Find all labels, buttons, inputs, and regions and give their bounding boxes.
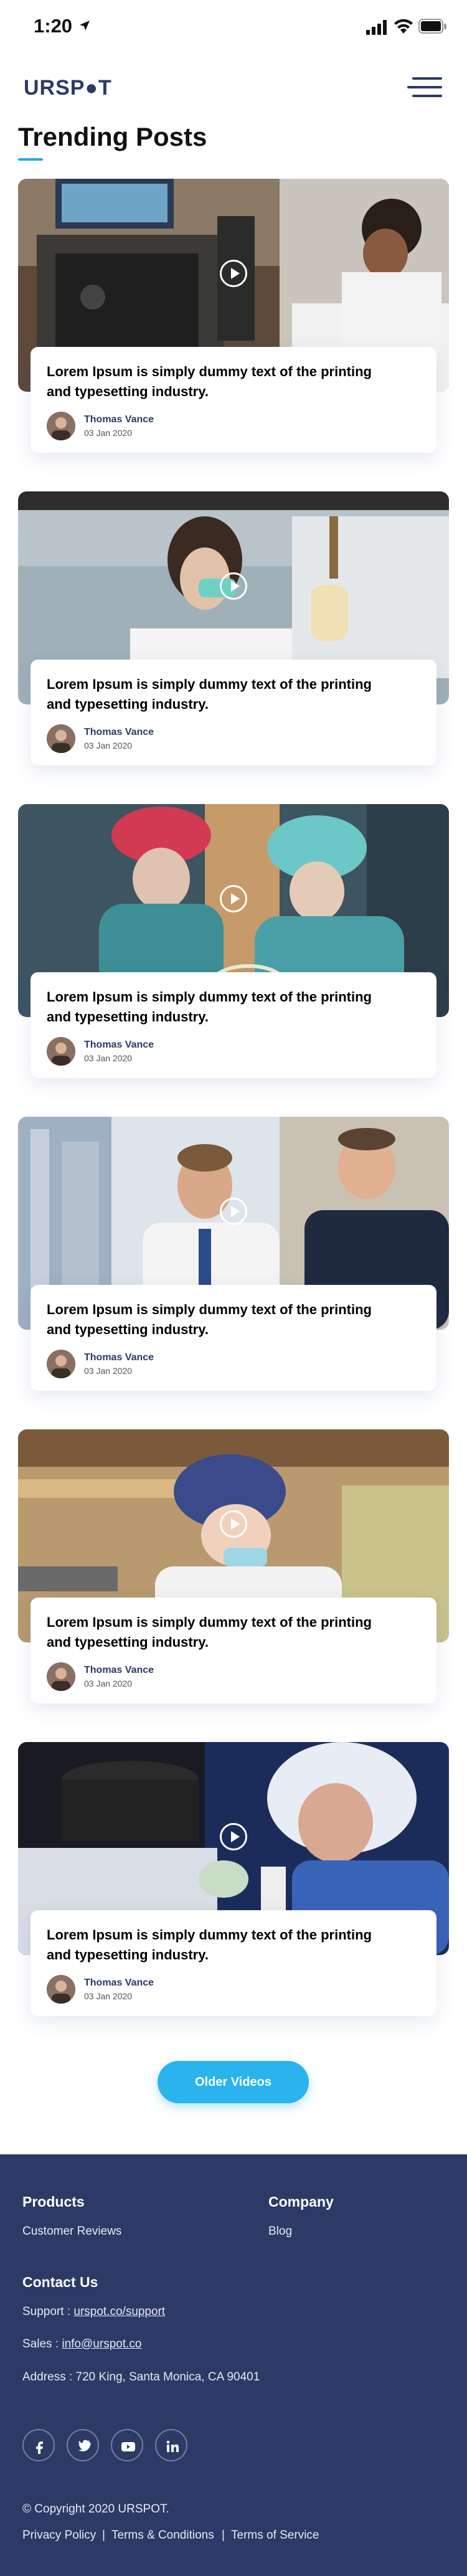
title-underline	[18, 158, 43, 161]
author-avatar	[47, 1975, 75, 2004]
address-value: 720 King, Santa Monica, CA 90401	[75, 2370, 260, 2384]
location-arrow-icon	[80, 21, 90, 31]
author-name[interactable]: Thomas Vance	[84, 1977, 154, 1989]
author-name[interactable]: Thomas Vance	[84, 1665, 154, 1676]
post-card[interactable]: Lorem Ipsum is simply dummy text of the …	[18, 1117, 449, 1403]
author-avatar	[47, 1037, 75, 1066]
post-text[interactable]: Lorem Ipsum is simply dummy text of the …	[47, 1612, 395, 1652]
post-card[interactable]: Lorem Ipsum is simply dummy text of the …	[18, 804, 449, 1091]
play-button[interactable]	[220, 1198, 247, 1225]
footer-contact-heading: Contact Us	[22, 2274, 98, 2290]
youtube-icon	[121, 2442, 135, 2451]
linkedin-button[interactable]	[155, 2429, 187, 2461]
post-info-card[interactable]: Lorem Ipsum is simply dummy text of the …	[31, 1598, 436, 1703]
footer-support-line: Support : urspot.co/support	[22, 2305, 165, 2319]
author-name[interactable]: Thomas Vance	[84, 727, 154, 738]
play-button[interactable]	[220, 572, 247, 600]
cellular-signal-icon	[366, 20, 387, 35]
address-label: Address :	[22, 2370, 76, 2384]
play-button[interactable]	[220, 885, 247, 912]
post-card[interactable]: Lorem Ipsum is simply dummy text of the …	[18, 1429, 449, 1716]
sales-email-link[interactable]: info@urspot.co	[62, 2337, 141, 2351]
footer-separator: |	[222, 2529, 225, 2542]
post-card[interactable]: Lorem Ipsum is simply dummy text of the …	[18, 1742, 449, 2029]
post-text[interactable]: Lorem Ipsum is simply dummy text of the …	[47, 1300, 395, 1340]
page-title: Trending Posts	[18, 122, 207, 151]
menu-line	[407, 86, 442, 88]
terms-of-service-link[interactable]: Terms of Service	[231, 2529, 319, 2542]
facebook-button[interactable]	[22, 2429, 55, 2461]
privacy-policy-link[interactable]: Privacy Policy	[22, 2529, 96, 2542]
author-name[interactable]: Thomas Vance	[84, 1352, 154, 1363]
post-text[interactable]: Lorem Ipsum is simply dummy text of the …	[47, 675, 395, 714]
footer-products-heading: Products	[22, 2194, 85, 2210]
twitter-button[interactable]	[67, 2429, 99, 2461]
sales-label: Sales :	[22, 2337, 62, 2351]
post-info-card[interactable]: Lorem Ipsum is simply dummy text of the …	[31, 1285, 436, 1391]
play-button[interactable]	[220, 1510, 247, 1538]
terms-conditions-link[interactable]: Terms & Conditions	[111, 2529, 214, 2542]
author-avatar	[47, 412, 75, 440]
post-date: 03 Jan 2020	[84, 1366, 133, 1376]
author-name[interactable]: Thomas Vance	[84, 1039, 154, 1051]
status-time: 1:20	[34, 15, 73, 37]
wifi-icon	[394, 19, 413, 34]
post-card[interactable]: Lorem Ipsum is simply dummy text of the …	[18, 491, 449, 778]
post-date: 03 Jan 2020	[84, 1053, 133, 1063]
battery-icon	[418, 19, 446, 34]
post-text[interactable]: Lorem Ipsum is simply dummy text of the …	[47, 1925, 395, 1965]
post-info-card[interactable]: Lorem Ipsum is simply dummy text of the …	[31, 660, 436, 765]
post-info-card[interactable]: Lorem Ipsum is simply dummy text of the …	[31, 347, 436, 453]
post-date: 03 Jan 2020	[84, 741, 133, 751]
support-link[interactable]: urspot.co/support	[73, 2305, 165, 2318]
site-header: URSP●T	[0, 69, 467, 106]
menu-line	[412, 77, 442, 80]
author-avatar	[47, 1662, 75, 1691]
status-bar: 1:20	[0, 0, 467, 55]
hamburger-menu-button[interactable]	[407, 75, 442, 100]
post-text[interactable]: Lorem Ipsum is simply dummy text of the …	[47, 362, 395, 402]
older-videos-button[interactable]: Older Videos	[158, 2061, 309, 2103]
post-text[interactable]: Lorem Ipsum is simply dummy text of the …	[47, 987, 395, 1027]
urspot-logo[interactable]: URSP●T	[24, 76, 112, 100]
post-date: 03 Jan 2020	[84, 1991, 133, 2001]
post-date: 03 Jan 2020	[84, 1679, 133, 1688]
post-card[interactable]: Lorem Ipsum is simply dummy text of the …	[18, 179, 449, 465]
author-avatar	[47, 1350, 75, 1378]
post-info-card[interactable]: Lorem Ipsum is simply dummy text of the …	[31, 972, 436, 1078]
footer-company-heading: Company	[268, 2194, 334, 2210]
footer-separator: |	[102, 2529, 105, 2542]
footer-link-customer-reviews[interactable]: Customer Reviews	[22, 2225, 121, 2238]
play-button[interactable]	[220, 260, 247, 287]
youtube-button[interactable]	[111, 2429, 143, 2461]
post-info-card[interactable]: Lorem Ipsum is simply dummy text of the …	[31, 1910, 436, 2016]
facebook-icon	[36, 2441, 43, 2454]
footer-address-line: Address : 720 King, Santa Monica, CA 904…	[22, 2370, 260, 2384]
menu-line	[412, 95, 442, 97]
support-label: Support :	[22, 2305, 74, 2318]
author-name[interactable]: Thomas Vance	[84, 414, 154, 425]
twitter-icon	[78, 2440, 91, 2451]
post-date: 03 Jan 2020	[84, 428, 133, 438]
linkedin-icon	[166, 2440, 179, 2452]
footer-sales-line: Sales : info@urspot.co	[22, 2337, 141, 2351]
author-avatar	[47, 724, 75, 753]
play-button[interactable]	[220, 1823, 247, 1850]
footer-link-blog[interactable]: Blog	[268, 2225, 292, 2238]
copyright-text: © Copyright 2020 URSPOT.	[22, 2503, 169, 2516]
